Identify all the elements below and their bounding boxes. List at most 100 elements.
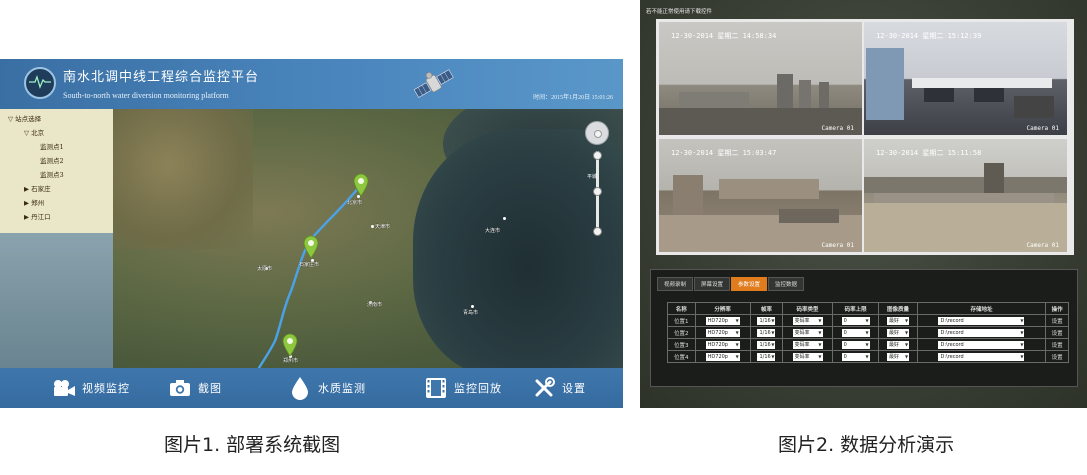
deployment-screenshot: 南水北调中线工程综合监控平台 South-to-north water dive…: [0, 59, 623, 408]
tree-leaf-point-1[interactable]: 监测点1: [40, 141, 64, 151]
site-tree-panel: ▽ 站点选择 ▽ 北京 监测点1 监测点2 监测点3 ▶ 石家庄 ▶ 郑州 ▶ …: [0, 109, 113, 233]
city-dot-qingdao: [471, 305, 474, 308]
water-quality-label: 水质监测: [318, 382, 366, 395]
col-header-rate-max: 码率上限: [831, 302, 880, 315]
figure-1-caption: 图片1. 部署系统截图: [164, 434, 341, 456]
map-pin-zhengzhou-icon[interactable]: [282, 333, 298, 357]
quality-select[interactable]: 最好: [887, 352, 910, 361]
tree-leaf-point-3[interactable]: 监测点3: [40, 169, 64, 179]
resolution-select[interactable]: HD720p: [705, 340, 740, 349]
rate-max-select[interactable]: 0: [841, 352, 870, 361]
city-label-jinan: 济南市: [367, 302, 383, 308]
resolution-select[interactable]: HD720p: [705, 352, 740, 361]
app-title: 南水北调中线工程综合监控平台: [63, 70, 260, 85]
col-header-rate-type: 码率类型: [782, 302, 833, 315]
tree-leaf-point-2[interactable]: 监测点2: [40, 155, 64, 165]
video-monitor-button[interactable]: 视频监控: [52, 376, 130, 400]
table-row: 位置4 HD720p 1/16 变码率 0 最好 D:\record 设置: [667, 350, 1069, 363]
map-pin-shijiazhuang-icon[interactable]: [303, 235, 319, 259]
rate-type-select[interactable]: 变码率: [792, 340, 823, 349]
film-icon: [424, 376, 448, 400]
app-header: 南水北调中线工程综合监控平台 South-to-north water dive…: [0, 59, 623, 109]
storage-path-select[interactable]: D:\record: [938, 352, 1025, 361]
city-dot-tianjin: [371, 225, 374, 228]
parameter-table: 名称 分辨率 帧率 码率类型 码率上限 图像质量 存储地址 操作 位置1 HD7…: [667, 302, 1069, 363]
fps-select[interactable]: 1/16: [757, 352, 776, 361]
screenshot-label: 截图: [198, 382, 222, 395]
fps-select[interactable]: 1/16: [757, 328, 776, 337]
quality-select[interactable]: 最好: [887, 316, 910, 325]
cell-name: 位置2: [667, 326, 696, 339]
city-label-shijiazhuang: 石家庄市: [299, 262, 320, 268]
screenshot-button[interactable]: 截图: [168, 376, 222, 400]
current-time: 时间：2015年1月20日 15:01:26: [533, 95, 613, 101]
video-grid: 12-30-2014 星期二 14:58:34 Camera 01 12-30-…: [656, 19, 1074, 255]
row-settings-link[interactable]: 设置: [1045, 350, 1069, 363]
camera-view-3[interactable]: 12-30-2014 星期二 15:03:47 Camera 01: [659, 139, 862, 252]
quality-select[interactable]: 最好: [887, 328, 910, 337]
row-settings-link[interactable]: 设置: [1045, 326, 1069, 339]
fps-select[interactable]: 1/16: [757, 340, 776, 349]
zoom-out-knob[interactable]: [593, 227, 602, 236]
storage-path-select[interactable]: D:\record: [938, 316, 1025, 325]
camera-1-label: Camera 01: [821, 125, 854, 132]
tab-parameter-settings[interactable]: 参数设置: [731, 277, 768, 291]
row-settings-link[interactable]: 设置: [1045, 314, 1069, 327]
satellite-map[interactable]: 北京市 天津市 石家庄市 太原市 济南市 郑州市 大连市 青岛市 平城: [113, 109, 623, 368]
col-header-quality: 图像质量: [878, 302, 918, 315]
rate-type-select[interactable]: 变码率: [792, 352, 823, 361]
rate-max-select[interactable]: 0: [841, 316, 870, 325]
fps-select[interactable]: 1/16: [757, 316, 776, 325]
cell-name: 位置1: [667, 314, 696, 327]
resolution-select[interactable]: HD720p: [705, 316, 740, 325]
col-header-resolution: 分辨率: [694, 302, 751, 315]
tree-node-beijing[interactable]: ▽ 北京: [24, 127, 44, 137]
storage-path-select[interactable]: D:\record: [938, 340, 1025, 349]
playback-label: 监控回放: [454, 382, 502, 395]
water-drop-icon: [288, 376, 312, 400]
rate-max-select[interactable]: 0: [841, 340, 870, 349]
tree-root[interactable]: ▽ 站点选择: [8, 113, 41, 123]
playback-button[interactable]: 监控回放: [424, 376, 502, 400]
map-pan-control-icon[interactable]: [585, 121, 609, 145]
col-header-name: 名称: [667, 302, 696, 315]
tools-icon: [532, 376, 556, 400]
tree-node-shijiazhuang[interactable]: ▶ 石家庄: [24, 183, 51, 193]
tree-node-zhengzhou[interactable]: ▶ 郑州: [24, 197, 44, 207]
camera-view-1[interactable]: 12-30-2014 星期二 14:58:34 Camera 01: [659, 22, 862, 135]
city-label-tianjin: 天津市: [375, 224, 391, 230]
zoom-handle[interactable]: [593, 187, 602, 196]
city-label-zhengzhou: 郑州市: [283, 358, 299, 364]
plugin-download-notice[interactable]: 若不能正常使用请下载控件: [646, 7, 712, 15]
data-analysis-screenshot: 若不能正常使用请下载控件 12-30-2014 星期二 14:58:34 Cam…: [640, 0, 1087, 408]
map-pin-beijing-icon[interactable]: [353, 173, 369, 197]
rate-type-select[interactable]: 变码率: [792, 328, 823, 337]
tree-node-danjiangkou[interactable]: ▶ 丹江口: [24, 211, 51, 221]
video-monitor-label: 视频监控: [82, 382, 130, 395]
tab-screen-settings[interactable]: 屏幕设置: [694, 277, 731, 291]
camera-2-label: Camera 01: [1026, 125, 1059, 132]
storage-path-select[interactable]: D:\record: [938, 328, 1025, 337]
tab-monitor-data[interactable]: 监控数据: [768, 277, 805, 291]
camera-view-2[interactable]: 12-30-2014 星期二 15:12:39 Camera 01: [864, 22, 1067, 135]
settings-button[interactable]: 设置: [532, 376, 586, 400]
satellite-icon: [413, 69, 454, 98]
table-row: 位置2 HD720p 1/16 变码率 0 最好 D:\record 设置: [667, 326, 1069, 339]
bottom-toolbar: 视频监控 截图 水质监测 监控回放 设置: [0, 368, 623, 408]
tab-video-recording[interactable]: 视频录制: [657, 277, 694, 291]
settings-panel: 视频录制 屏幕设置 参数设置 监控数据 名称 分辨率 帧率 码率类型 码率上限 …: [650, 269, 1078, 387]
quality-select[interactable]: 最好: [887, 340, 910, 349]
city-label-dalian: 大连市: [485, 228, 501, 234]
camera-4-timestamp: 12-30-2014 星期二 15:11:58: [876, 149, 982, 157]
table-row: 位置1 HD720p 1/16 变码率 0 最好 D:\record 设置: [667, 314, 1069, 327]
water-quality-button[interactable]: 水质监测: [288, 376, 366, 400]
rate-type-select[interactable]: 变码率: [792, 316, 823, 325]
resolution-select[interactable]: HD720p: [705, 328, 740, 337]
heartbeat-logo-icon: [24, 67, 56, 99]
row-settings-link[interactable]: 设置: [1045, 338, 1069, 351]
camera-2-timestamp: 12-30-2014 星期二 15:12:39: [876, 32, 982, 40]
rate-max-select[interactable]: 0: [841, 328, 870, 337]
city-label-taiyuan: 太原市: [257, 266, 273, 272]
zoom-in-knob[interactable]: [593, 151, 602, 160]
camera-view-4[interactable]: 12-30-2014 星期二 15:11:58 Camera 01: [864, 139, 1067, 252]
